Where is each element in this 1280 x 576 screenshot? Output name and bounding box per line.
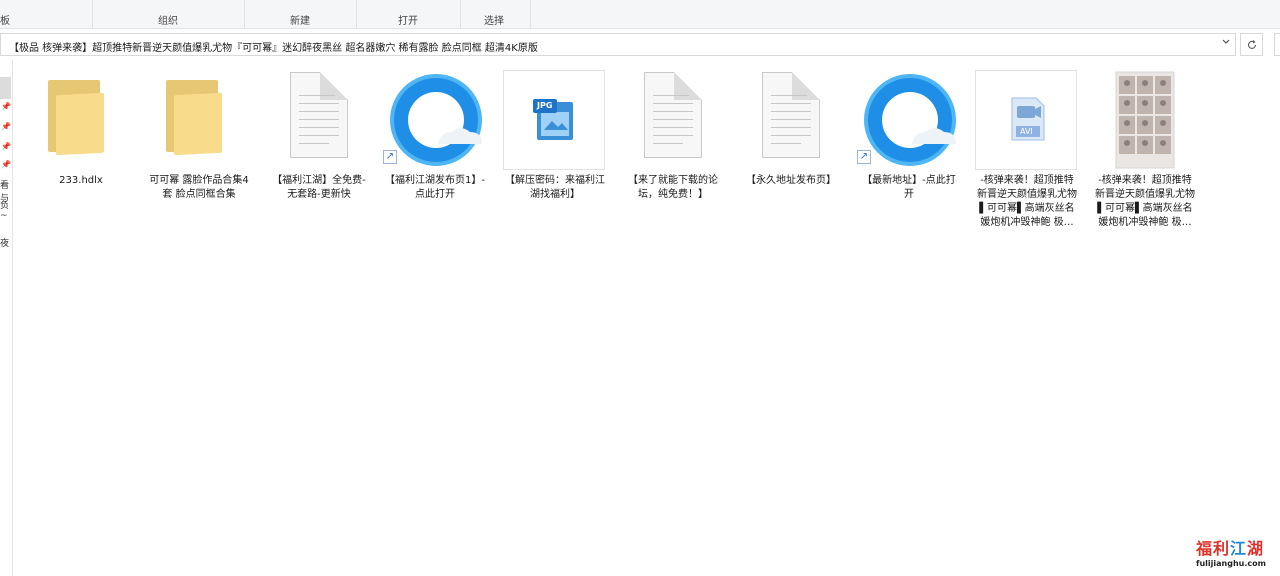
file-name: -核弹来袭！超顶推特新晋逆天颜值爆乳尤物 ▌可可幂▌高端灰丝名媛炮机冲毁神鲍 极… [1095,175,1195,228]
shortcut-arrow-icon: ↗ [857,150,871,164]
file-item-jpg[interactable]: JPG 【解压密码：来福利江湖找福利】 [500,66,610,202]
folder-icon [144,66,254,172]
file-name: 【最新地址】-点此打开 [862,175,956,200]
ribbon-group-partial[interactable]: 板 [0,0,93,28]
watermark-title-part: 江 [1230,539,1248,558]
file-name: 【解压密码：来福利江湖找福利】 [505,175,605,200]
navigation-pane: 📌 📌 📌 📌 看与 负~ 夜 [0,60,13,576]
file-name: 【永久地址发布页】 [746,175,836,186]
file-name: 233.hdlx [59,175,103,186]
jpg-thumbnail: JPG [500,66,610,172]
ribbon-group-organize[interactable]: 组织 [92,0,245,28]
ribbon-group-open[interactable]: 打开 [356,0,461,28]
folder-icon [26,66,136,172]
nav-item-partial[interactable]: 负~ [0,198,12,221]
ribbon: 板 组织 新建 打开 选择 [0,0,1280,29]
ribbon-partial-label: 板 [0,16,10,27]
file-item-shortcut[interactable]: ↗ 【最新地址】-点此打开 [854,66,964,202]
file-item-folder[interactable]: 可可幂 露脸作品合集4套 脸点同框合集 [144,66,254,202]
ribbon-label-open: 打开 [398,16,418,27]
address-bar[interactable]: 【极品 核弹来袭】超顶推特新晋逆天颜值爆乳尤物『可可幂』迷幻醉夜黑丝 超名器嫩穴… [0,33,1236,56]
shortcut-arrow-icon: ↗ [383,150,397,164]
search-box[interactable] [1274,33,1280,56]
watermark-title: 福利江湖 [1196,535,1276,559]
pin-icon: 📌 [1,102,11,111]
image-thumbnail [1090,66,1200,172]
pin-icon: 📌 [1,142,11,151]
document-icon [618,66,728,172]
file-item-document[interactable]: 【永久地址发布页】 [736,66,846,188]
file-name: 【福利江湖发布页1】-点此打开 [385,175,485,200]
ribbon-label-organize: 组织 [158,16,178,27]
nav-selected-item[interactable] [0,77,11,99]
nav-item-partial[interactable]: 夜 [0,236,9,249]
chevron-down-icon[interactable] [1221,37,1231,50]
pin-icon: 📌 [1,122,11,131]
file-item-image[interactable]: -核弹来袭！超顶推特新晋逆天颜值爆乳尤物 ▌可可幂▌高端灰丝名媛炮机冲毁神鲍 极… [1090,66,1200,230]
file-name: -核弹来袭！超顶推特新晋逆天颜值爆乳尤物 ▌可可幂▌高端灰丝名媛炮机冲毁神鲍 极… [977,175,1077,228]
browser-icon: ↗ [380,66,490,172]
watermark-logo: 福利江湖 fulijianghu.com [1196,535,1276,568]
avi-badge: AVI [1020,127,1033,136]
ribbon-label-select: 选择 [484,16,504,27]
file-name: 【来了就能下载的论坛，纯免费！】 [628,175,718,200]
jpg-badge: JPG [537,101,553,110]
file-item-shortcut[interactable]: ↗ 【福利江湖发布页1】-点此打开 [380,66,490,202]
avi-thumbnail: AVI [972,66,1082,172]
ribbon-group-new[interactable]: 新建 [244,0,357,28]
watermark-url: fulijianghu.com [1196,559,1266,568]
file-item-document[interactable]: 【来了就能下载的论坛，纯免费！】 [618,66,728,202]
video-file-icon [1011,97,1045,141]
refresh-icon[interactable] [1240,33,1263,56]
breadcrumb[interactable]: 【极品 核弹来袭】超顶推特新晋逆天颜值爆乳尤物『可可幂』迷幻醉夜黑丝 超名器嫩穴… [9,39,538,54]
file-name: 【福利江湖】全免费-无套路-更新快 [272,175,366,200]
jpg-icon [533,99,573,140]
breadcrumb-separator[interactable]: › [530,38,534,51]
file-item-avi[interactable]: AVI -核弹来袭！超顶推特新晋逆天颜值爆乳尤物 ▌可可幂▌高端灰丝名媛炮机冲毁… [972,66,1082,230]
file-item-document[interactable]: 【福利江湖】全免费-无套路-更新快 [264,66,374,202]
watermark-title-part: 湖 [1247,539,1265,558]
photo-grid-icon [1115,71,1175,169]
document-icon [736,66,846,172]
pin-icon: 📌 [1,160,11,169]
ribbon-group-select[interactable]: 选择 [460,0,531,28]
ribbon-label-new: 新建 [290,16,310,27]
document-icon [264,66,374,172]
watermark-title-part: 福利 [1196,539,1231,558]
file-name: 可可幂 露脸作品合集4套 脸点同框合集 [149,175,249,200]
browser-icon: ↗ [854,66,964,172]
file-item-folder[interactable]: 233.hdlx [26,66,136,188]
